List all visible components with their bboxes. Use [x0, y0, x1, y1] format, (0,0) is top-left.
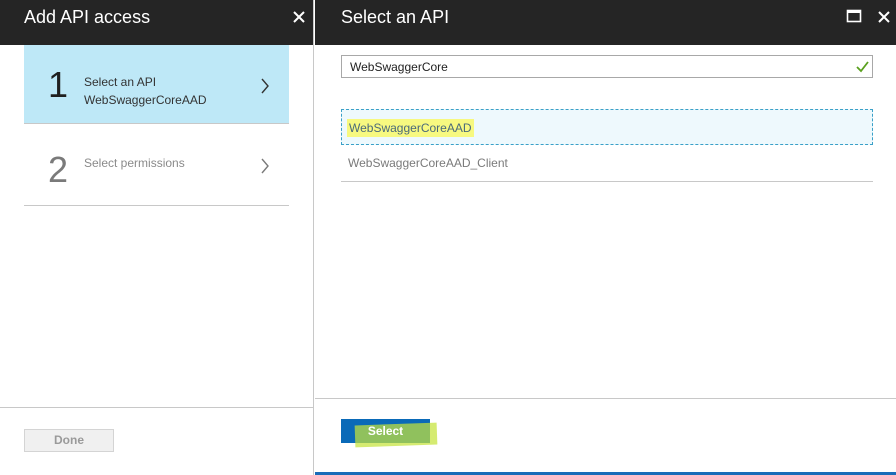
done-button[interactable]: Done [24, 429, 114, 452]
close-icon[interactable] [873, 6, 895, 28]
blade-header: Add API access [0, 0, 313, 45]
step-number: 2 [48, 149, 69, 190]
step-title: Select an API [84, 75, 157, 89]
check-icon [856, 60, 869, 73]
footer-divider [315, 398, 896, 399]
api-search-input[interactable]: WebSwaggerCore [341, 55, 873, 78]
close-icon[interactable] [288, 6, 310, 28]
footer-divider [0, 407, 313, 408]
blade-header: Select an API [315, 0, 896, 45]
api-name: WebSwaggerCoreAAD [347, 119, 474, 137]
chevron-right-icon [260, 158, 270, 174]
select-button-label: Select [367, 424, 404, 438]
step-selected-value: WebSwaggerCoreAAD [84, 93, 207, 107]
step-select-api[interactable]: 1 Select an API WebSwaggerCoreAAD [24, 45, 289, 124]
step-select-permissions[interactable]: 2 Select permissions [24, 126, 289, 206]
api-name: WebSwaggerCoreAAD_Client [348, 156, 508, 170]
api-list-item[interactable]: WebSwaggerCoreAAD_Client [341, 145, 873, 182]
search-value: WebSwaggerCore [350, 60, 448, 74]
chevron-right-icon [260, 78, 270, 94]
maximize-icon[interactable] [846, 8, 862, 24]
step-number: 1 [48, 64, 69, 105]
step-title: Select permissions [84, 156, 185, 170]
api-list-item[interactable]: WebSwaggerCoreAAD [341, 109, 873, 145]
blade-title: Select an API [341, 7, 450, 27]
add-api-access-blade: Add API access 1 Select an API WebSwagge… [0, 0, 314, 475]
blade-title: Add API access [24, 7, 151, 27]
select-button[interactable]: Select [341, 419, 438, 448]
select-api-blade: Select an API WebSwaggerCore WebSwaggerC… [315, 0, 896, 475]
